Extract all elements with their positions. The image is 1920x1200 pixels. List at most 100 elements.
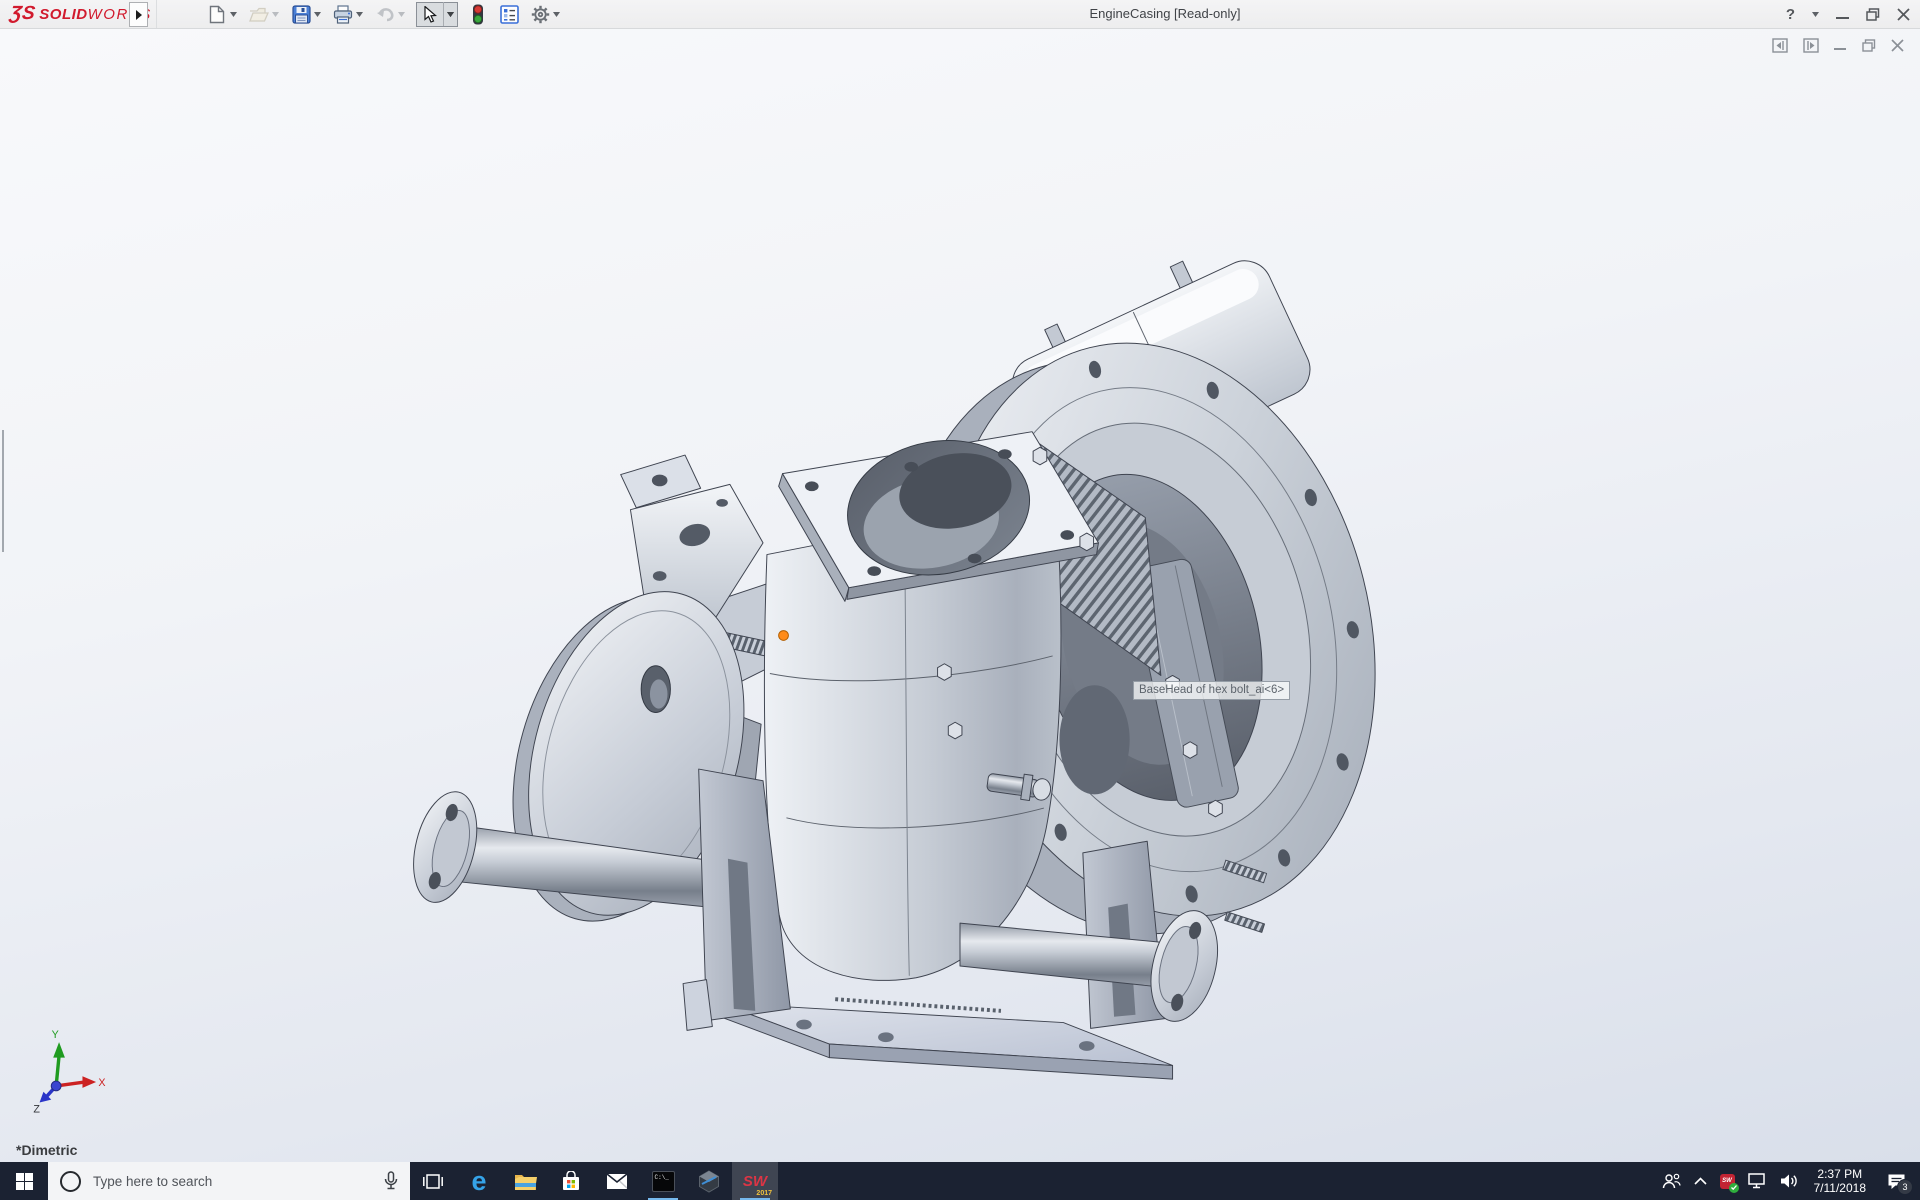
hexagon-app-icon bbox=[698, 1170, 720, 1193]
triad-z-label: Z bbox=[33, 1103, 40, 1115]
taskbar-clock[interactable]: 2:37 PM 7/11/2018 bbox=[1814, 1167, 1867, 1195]
caret-down-icon bbox=[230, 12, 237, 17]
select-tool-button[interactable] bbox=[417, 2, 444, 26]
view-orientation-label: *Dimetric bbox=[16, 1142, 77, 1158]
caret-down-icon bbox=[314, 12, 321, 17]
triad-x-label: X bbox=[98, 1077, 105, 1089]
options-dropdown[interactable] bbox=[551, 2, 562, 26]
new-document-button[interactable] bbox=[206, 2, 228, 26]
window-controls: ? bbox=[1786, 0, 1910, 28]
people-icon bbox=[1661, 1173, 1681, 1189]
search-input[interactable] bbox=[91, 1173, 384, 1190]
menu-flyout-button[interactable] bbox=[129, 2, 148, 27]
solidworks-resource-monitor[interactable]: SW bbox=[1720, 1174, 1735, 1189]
select-tool-dropdown[interactable] bbox=[444, 2, 457, 26]
network-button[interactable] bbox=[1748, 1173, 1767, 1189]
save-dropdown[interactable] bbox=[312, 2, 323, 26]
open-folder-icon bbox=[249, 6, 269, 23]
close-button[interactable] bbox=[1897, 8, 1910, 21]
taskbar-app-store[interactable] bbox=[548, 1162, 594, 1200]
mail-icon bbox=[606, 1173, 628, 1190]
pane-right-button[interactable] bbox=[1803, 38, 1819, 53]
window-title: EngineCasing [Read-only] bbox=[1089, 0, 1240, 28]
volume-icon bbox=[1780, 1173, 1799, 1189]
rebuild-button[interactable] bbox=[467, 2, 489, 26]
engine-casing-assembly[interactable] bbox=[403, 231, 1435, 1079]
quick-toolbar bbox=[206, 0, 571, 28]
taskbar-app-edge[interactable]: e bbox=[456, 1162, 502, 1200]
task-view-icon bbox=[423, 1173, 443, 1190]
print-icon bbox=[333, 5, 353, 24]
taskbar-search[interactable] bbox=[48, 1162, 410, 1200]
titlebar: ƷS SOLID WORKS bbox=[0, 0, 1920, 29]
orientation-triad: Y X Z bbox=[33, 1029, 105, 1115]
chevron-up-icon bbox=[1694, 1177, 1707, 1185]
new-document-icon bbox=[209, 5, 225, 24]
undo-button[interactable] bbox=[374, 2, 396, 26]
edge-icon: e bbox=[471, 1168, 486, 1195]
housing-recess bbox=[1059, 685, 1129, 794]
flyout-arrow-icon bbox=[135, 9, 143, 21]
solidworks-2017-icon: SW 2017 bbox=[740, 1166, 770, 1196]
help-dropdown-icon[interactable] bbox=[1812, 12, 1819, 17]
open-dropdown[interactable] bbox=[270, 2, 281, 26]
doc-close-button[interactable] bbox=[1891, 39, 1904, 52]
traffic-light-icon bbox=[472, 4, 484, 25]
solidworks-monitor-icon: SW bbox=[1720, 1174, 1735, 1189]
pane-left-button[interactable] bbox=[1772, 38, 1788, 53]
open-button[interactable] bbox=[248, 2, 270, 26]
task-view-button[interactable] bbox=[410, 1162, 456, 1200]
taskbar-app-mail[interactable] bbox=[594, 1162, 640, 1200]
new-document-dropdown[interactable] bbox=[228, 2, 239, 26]
triad-y-label: Y bbox=[52, 1029, 59, 1041]
select-cursor-icon bbox=[423, 6, 437, 23]
clock-time: 2:37 PM bbox=[1814, 1167, 1867, 1181]
feature-panel-edge[interactable] bbox=[2, 430, 4, 552]
print-button[interactable] bbox=[332, 2, 354, 26]
graphics-viewport[interactable]: Y X Z BaseHead of hex bolt_ai<6> *Dimetr… bbox=[0, 29, 1920, 1162]
component-tooltip: BaseHead of hex bolt_ai<6> bbox=[1133, 681, 1290, 700]
desktop: ƷS SOLID WORKS bbox=[0, 0, 1920, 1200]
microphone-icon[interactable] bbox=[384, 1171, 398, 1191]
options-button[interactable] bbox=[529, 2, 551, 26]
document-window-controls bbox=[1772, 38, 1904, 53]
tray-overflow-button[interactable] bbox=[1694, 1177, 1707, 1185]
doc-restore-button[interactable] bbox=[1862, 39, 1876, 52]
save-button[interactable] bbox=[290, 2, 312, 26]
file-explorer-icon bbox=[514, 1172, 537, 1191]
select-tool-group bbox=[416, 2, 458, 27]
taskbar-app-solidworks[interactable]: SW 2017 bbox=[732, 1162, 778, 1200]
restore-button[interactable] bbox=[1866, 8, 1880, 21]
taskbar-app-command-prompt[interactable]: C:\_ bbox=[640, 1162, 686, 1200]
caret-down-icon bbox=[356, 12, 363, 17]
file-properties-button[interactable] bbox=[498, 2, 520, 26]
caret-down-icon bbox=[553, 12, 560, 17]
doc-minimize-button[interactable] bbox=[1834, 40, 1847, 51]
print-dropdown[interactable] bbox=[354, 2, 365, 26]
help-button[interactable]: ? bbox=[1786, 6, 1795, 23]
start-button[interactable] bbox=[0, 1162, 48, 1200]
action-center-button[interactable]: 3 bbox=[1887, 1173, 1906, 1190]
selection-point[interactable] bbox=[779, 631, 789, 641]
volume-button[interactable] bbox=[1780, 1173, 1799, 1189]
gear-icon bbox=[531, 5, 550, 24]
minimize-button[interactable] bbox=[1836, 9, 1849, 20]
store-icon bbox=[561, 1171, 581, 1191]
command-prompt-icon: C:\_ bbox=[652, 1171, 675, 1192]
taskbar-app-file-explorer[interactable] bbox=[502, 1162, 548, 1200]
windows-logo-icon bbox=[16, 1173, 33, 1190]
cortana-icon bbox=[60, 1171, 81, 1192]
taskbar: e C:\_ bbox=[0, 1162, 1920, 1200]
engine-casing-model[interactable]: Y X Z bbox=[0, 29, 1920, 1162]
taskbar-app-3d-viewer[interactable] bbox=[686, 1162, 732, 1200]
people-button[interactable] bbox=[1661, 1173, 1681, 1189]
logo-divider bbox=[156, 0, 157, 28]
save-floppy-icon bbox=[292, 5, 311, 24]
solidworks-logo-glyph: ƷS bbox=[8, 3, 36, 25]
undo-dropdown[interactable] bbox=[396, 2, 407, 26]
file-properties-icon bbox=[500, 5, 519, 24]
caret-down-icon bbox=[447, 12, 454, 17]
notification-badge: 3 bbox=[1897, 1179, 1913, 1195]
system-tray: SW 2:37 PM 7/11/2018 bbox=[1661, 1162, 1920, 1200]
network-icon bbox=[1748, 1173, 1767, 1189]
